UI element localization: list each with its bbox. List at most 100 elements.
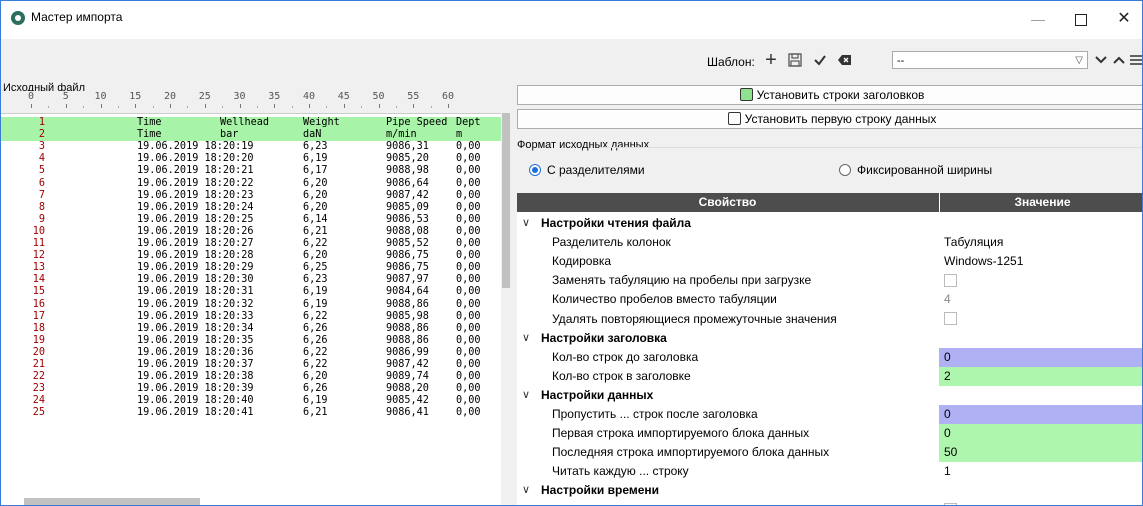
text-line: 6 19.06.2019 18:20:22 6,20 9086,64 0,00: [1, 178, 503, 190]
property-row[interactable]: Удалять повторяющиеся промежуточные знач…: [517, 310, 1142, 329]
template-label: Шаблон:: [707, 55, 755, 69]
save-icon[interactable]: [785, 50, 805, 70]
ruler-tick: [239, 104, 241, 108]
line-number: 4: [38, 153, 45, 165]
chevron-down-icon[interactable]: [1091, 50, 1111, 70]
property-row[interactable]: Заменять табуляцию на пробелы при загруз…: [517, 271, 1142, 290]
check-icon[interactable]: [810, 50, 830, 70]
property-row[interactable]: Использовать локальное время: [517, 501, 1142, 505]
text-cell: 9087,42: [386, 359, 429, 370]
property-name: Количество пробелов вместо табуляции: [552, 292, 777, 307]
property-row[interactable]: Кодировка Windows-1251: [517, 252, 1142, 271]
property-value[interactable]: Табуляция: [939, 233, 1142, 252]
text-cell: 6,25: [303, 262, 328, 274]
source-text-view[interactable]: 1 Time Wellhead Weight Pipe Speed Dept 2 Time ba…: [1, 113, 511, 505]
text-cell: 19.06.2019 18:20:38: [137, 371, 254, 383]
property-name: Заменять табуляцию на пробелы при загруз…: [552, 273, 812, 288]
app-icon: [11, 11, 25, 25]
property-grid: Свойство Значение ∨ Настройки чтения файл…: [517, 193, 1142, 505]
text-cell: 6,23: [303, 141, 328, 153]
set-header-rows-button[interactable]: Установить строки заголовков: [517, 85, 1142, 105]
template-select[interactable]: -- ▽: [892, 51, 1088, 69]
ruler-number: 55: [407, 91, 420, 102]
property-row[interactable]: Первая строка импортируемого блока данны…: [517, 424, 1142, 444]
text-cell: Time: [137, 117, 162, 128]
text-cell: 0,00: [456, 153, 481, 165]
minimize-button[interactable]: —: [1018, 5, 1058, 33]
menu-icon[interactable]: [1126, 50, 1142, 70]
radio-fixed-width[interactable]: Фиксированной ширины: [839, 163, 992, 177]
property-value[interactable]: 4: [939, 290, 1142, 309]
property-row[interactable]: Последняя строка импортируемого блока да…: [517, 443, 1142, 463]
property-row[interactable]: Кол-во строк до заголовка 0: [517, 347, 1142, 367]
property-value[interactable]: [939, 271, 1142, 290]
property-value[interactable]: 0: [939, 347, 1142, 367]
property-value[interactable]: 0: [939, 424, 1142, 444]
ruler-number: 40: [302, 91, 316, 102]
line-number: 24: [32, 395, 45, 407]
line-number: 9: [38, 213, 45, 225]
clear-icon[interactable]: [835, 50, 855, 70]
vertical-scrollbar[interactable]: [501, 113, 511, 505]
text-cell: 9085,09: [386, 201, 429, 213]
text-cell: 0,00: [456, 189, 481, 201]
property-value[interactable]: [939, 310, 1142, 329]
property-value[interactable]: 0: [939, 405, 1142, 424]
maximize-button[interactable]: [1061, 5, 1101, 33]
text-cell: 0,00: [456, 165, 481, 177]
property-value[interactable]: Windows-1251: [939, 252, 1142, 271]
property-checkbox[interactable]: [944, 273, 957, 287]
text-cell: 6,20: [303, 189, 328, 201]
text-cell: 0,00: [456, 359, 481, 370]
plus-icon[interactable]: +: [761, 50, 781, 70]
property-value[interactable]: 2: [939, 366, 1142, 386]
collapse-chevron-icon[interactable]: ∨: [522, 214, 530, 233]
collapse-chevron-icon[interactable]: ∨: [522, 481, 530, 500]
property-row[interactable]: Количество пробелов вместо табуляции 4: [517, 290, 1142, 309]
set-first-data-row-label: Установить первую строку данных: [744, 112, 937, 126]
text-cell: 0,00: [456, 346, 481, 358]
property-row[interactable]: Разделитель колонок Табуляция: [517, 233, 1142, 252]
text-cell: 9086,31: [386, 141, 429, 153]
ruler-minor-tick: [291, 106, 293, 108]
collapse-chevron-icon[interactable]: ∨: [522, 386, 530, 405]
property-checkbox[interactable]: [944, 502, 957, 505]
text-cell: 6,19: [303, 298, 328, 310]
column-ruler: 0 5 10 15 20 25 30 35 40 45 50 55 60: [1, 91, 503, 113]
property-group[interactable]: ∨ Настройки времени: [517, 481, 1142, 500]
ruler-minor-tick: [395, 106, 397, 108]
property-group[interactable]: ∨ Настройки чтения файла: [517, 214, 1142, 233]
property-group[interactable]: ∨ Настройки заголовка: [517, 329, 1142, 348]
property-value[interactable]: 50: [939, 443, 1142, 463]
ruler-minor-tick: [83, 106, 85, 108]
set-first-data-row-button[interactable]: Установить первую строку данных: [517, 109, 1142, 129]
ruler-minor-tick: [326, 106, 328, 108]
property-value[interactable]: 1: [939, 462, 1142, 481]
column-header-value: Значение: [939, 193, 1142, 212]
line-number: 23: [32, 383, 45, 395]
collapse-chevron-icon[interactable]: ∨: [522, 329, 530, 348]
text-cell: 19.06.2019 18:20:35: [137, 334, 254, 346]
vertical-scroll-thumb[interactable]: [502, 113, 510, 288]
text-cell: 9087,97: [386, 274, 429, 286]
property-row[interactable]: Пропустить ... строк после заголовка 0: [517, 405, 1142, 424]
line-number: 20: [32, 346, 45, 358]
text-cell: 6,20: [303, 371, 328, 383]
ruler-tick: [170, 104, 171, 108]
property-value[interactable]: [939, 501, 1142, 505]
text-cell: 9088,20: [386, 383, 429, 395]
property-row[interactable]: Читать каждую ... строку 1: [517, 462, 1142, 481]
ruler-minor-tick: [152, 106, 154, 108]
text-cell: 19.06.2019 18:20:25: [137, 213, 254, 225]
text-line: 25 19.06.2019 18:20:41 6,21 9086,41 0,00: [1, 407, 503, 419]
text-line: 3 19.06.2019 18:20:19 6,23 9086,31 0,00: [1, 141, 503, 153]
text-cell: 6,22: [303, 359, 328, 370]
line-number: 14: [32, 274, 45, 286]
property-group[interactable]: ∨ Настройки данных: [517, 386, 1142, 405]
property-row[interactable]: Кол-во строк в заголовке 2: [517, 366, 1142, 386]
radio-delimited[interactable]: С разделителями: [529, 163, 645, 177]
horizontal-scroll-thumb[interactable]: [24, 498, 200, 505]
text-cell: 0,00: [456, 250, 481, 262]
close-button[interactable]: ✕: [1104, 5, 1142, 33]
property-checkbox[interactable]: [944, 311, 957, 325]
